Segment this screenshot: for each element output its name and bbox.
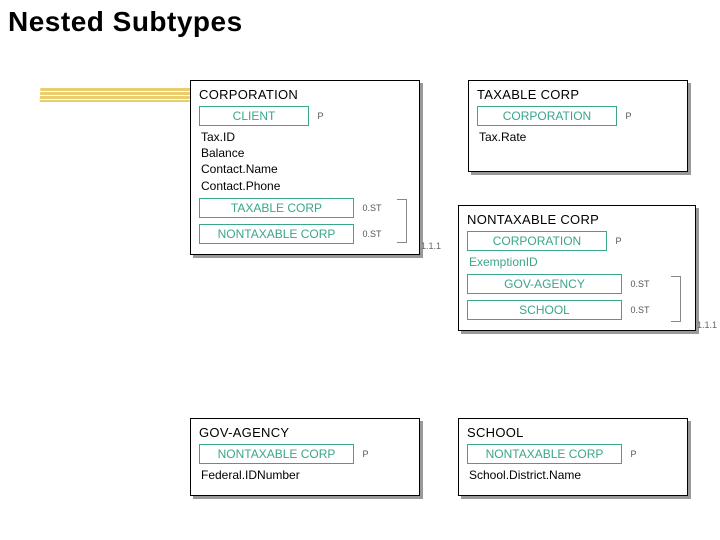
subtype-box: GOV-AGENCY [467,274,622,294]
subtype-box: SCHOOL [467,300,622,320]
entity-gov-agency: GOV-AGENCY NONTAXABLE CORP P Federal.IDN… [190,418,420,496]
attr: Contact.Name [201,161,411,177]
entity-corporation: CORPORATION CLIENT P Tax.ID Balance Cont… [190,80,420,255]
subtype-tag: 0.ST [362,203,381,213]
parent-tag: P [630,449,636,459]
subtype-box: TAXABLE CORP [199,198,354,218]
parent-box: NONTAXABLE CORP [199,444,354,464]
attr: School.District.Name [469,467,679,483]
entity-title: NONTAXABLE CORP [467,212,687,227]
entity-title: GOV-AGENCY [199,425,411,440]
parent-box: CORPORATION [467,231,607,251]
parent-box: CORPORATION [477,106,617,126]
attr: Tax.Rate [479,129,679,145]
attr: ExemptionID [469,254,687,270]
attr: Tax.ID [201,129,411,145]
attr: Balance [201,145,411,161]
subtype-tag: 0.ST [630,305,649,315]
group-tag: 1.1.1 [697,320,717,330]
entity-title: CORPORATION [199,87,411,102]
entity-title: TAXABLE CORP [477,87,679,102]
subtype-box: NONTAXABLE CORP [199,224,354,244]
subtype-tag: 0.ST [630,279,649,289]
page-title: Nested Subtypes [8,6,243,38]
attr: Contact.Phone [201,178,411,194]
attr: Federal.IDNumber [201,467,411,483]
entity-nontaxable-corp: NONTAXABLE CORP CORPORATION P ExemptionI… [458,205,696,331]
subtype-bracket [671,276,681,322]
entity-taxable-corp: TAXABLE CORP CORPORATION P Tax.Rate [468,80,688,172]
decorative-swoosh [40,88,191,102]
parent-tag: P [625,111,631,121]
entity-school: SCHOOL NONTAXABLE CORP P School.District… [458,418,688,496]
group-tag: 1.1.1 [421,241,441,251]
parent-tag: P [317,111,323,121]
parent-tag: P [362,449,368,459]
parent-box: NONTAXABLE CORP [467,444,622,464]
subtype-tag: 0.ST [362,229,381,239]
entity-title: SCHOOL [467,425,679,440]
subtype-bracket [397,199,407,243]
parent-box: CLIENT [199,106,309,126]
parent-tag: P [615,236,621,246]
